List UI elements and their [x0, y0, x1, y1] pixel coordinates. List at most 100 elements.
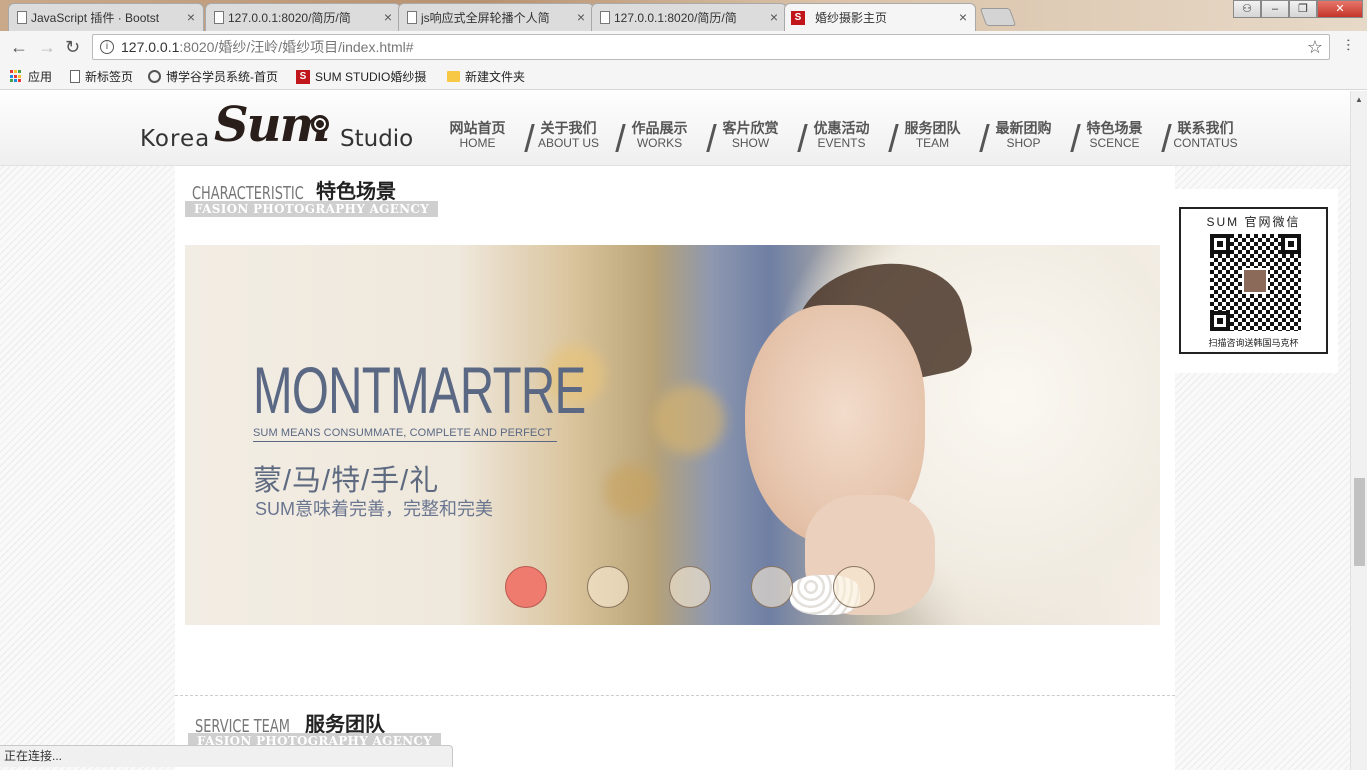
hero-carousel[interactable]: MONTMARTRE SUM MEANS CONSUMMATE, COMPLET…: [185, 245, 1160, 625]
page-icon: [407, 11, 417, 24]
section-badge: FASION PHOTOGRAPHY AGENCY: [185, 201, 439, 217]
close-icon[interactable]: ×: [187, 9, 195, 25]
page-scrollbar[interactable]: ▲: [1350, 91, 1367, 770]
close-icon[interactable]: ×: [577, 9, 585, 25]
carousel-dot-4[interactable]: [751, 566, 793, 608]
qr-finder: [1281, 234, 1301, 254]
nav-cn: 网站首页: [449, 120, 506, 136]
tab-title: js响应式全屏轮播个人简: [421, 11, 550, 25]
forward-icon[interactable]: →: [38, 37, 56, 58]
nav-en: SCENCE: [1089, 136, 1140, 150]
page-icon: [70, 70, 80, 83]
nav-cn: 最新团购: [995, 120, 1052, 136]
tab-title: 127.0.0.1:8020/简历/简: [228, 11, 351, 25]
nav-scence[interactable]: 特色场景 SCENCE: [1069, 121, 1172, 152]
nav-en: WORKS: [636, 136, 683, 150]
section-divider: [175, 695, 1175, 696]
logo-studio: Studio: [340, 126, 414, 152]
nav-en: TEAM: [915, 136, 950, 150]
nav-contact[interactable]: 联系我们 CONTATUS: [1160, 121, 1251, 151]
bookmark-apps[interactable]: 应用: [10, 68, 52, 85]
tab-title: JavaScript 插件 · Bootst: [31, 11, 160, 25]
nav-about[interactable]: 关于我们 ABOUT US: [523, 120, 626, 152]
nav-en: EVENTS: [817, 136, 866, 150]
browser-toolbar: ← → ↻ i 127.0.0.1:8020/婚纱/汪岭/婚纱项目/index.…: [0, 31, 1367, 63]
nav-cn: 作品展示: [631, 120, 688, 136]
tab-title: 婚纱摄影主页: [815, 11, 888, 25]
url-path: :8020/婚纱/汪岭/婚纱项目/index.html#: [179, 39, 414, 55]
nav-cn: 服务团队: [904, 120, 961, 136]
browser-tab[interactable]: 127.0.0.1:8020/简历/简 ×: [205, 3, 401, 31]
star-icon[interactable]: ☆: [1307, 35, 1323, 59]
bookmarks-bar: 应用 新标签页 博学谷学员系统-首页 S SUM STUDIO婚纱摄 新建文件夹: [0, 63, 1367, 90]
bookmark-label: 新建文件夹: [465, 70, 526, 84]
browser-tab-active[interactable]: S 婚纱摄影主页 ×: [784, 3, 976, 31]
nav-en: HOME: [459, 136, 496, 150]
s-icon: S: [296, 69, 310, 84]
nav-cn: 客片欣赏: [722, 120, 779, 136]
carousel-dot-2[interactable]: [587, 566, 629, 608]
close-icon[interactable]: ×: [384, 9, 392, 25]
nav-en: CONTATUS: [1173, 136, 1238, 150]
reload-icon[interactable]: ↻: [65, 37, 80, 58]
carousel-dot-5[interactable]: [833, 566, 875, 608]
browser-tab[interactable]: JavaScript 插件 · Bootst ×: [8, 3, 204, 31]
apps-icon: [10, 70, 23, 83]
back-icon[interactable]: ←: [10, 37, 28, 58]
browser-tab[interactable]: 127.0.0.1:8020/简历/简 ×: [591, 3, 787, 31]
tab-title: 127.0.0.1:8020/简历/简: [614, 11, 737, 25]
nav-team[interactable]: 服务团队 TEAM: [887, 120, 990, 152]
slide-tagline: SUM MEANS CONSUMMATE, COMPLETE AND PERFE…: [253, 427, 557, 442]
site-logo[interactable]: Korea Sum Studio: [140, 97, 413, 159]
minimize-button[interactable]: –: [1261, 0, 1289, 18]
bookmark-folder[interactable]: 新建文件夹: [447, 68, 525, 85]
tab-strip: JavaScript 插件 · Bootst × 127.0.0.1:8020/…: [0, 0, 1367, 31]
window-close-button[interactable]: ✕: [1317, 0, 1363, 18]
close-icon[interactable]: ×: [959, 9, 967, 25]
nav-cn: 优惠活动: [813, 120, 870, 136]
new-tab-button[interactable]: [979, 8, 1017, 26]
page-icon: [214, 11, 224, 24]
nav-shop[interactable]: 最新团购 SHOP: [978, 120, 1081, 152]
main-content: CHARACTERISTIC 特色场景 FASION PHOTOGRAPHY A…: [175, 166, 1175, 770]
bookmark-item[interactable]: S SUM STUDIO婚纱摄: [296, 68, 426, 85]
nav-home[interactable]: 网站首页 HOME: [432, 120, 535, 152]
bokeh-light: [605, 465, 655, 515]
status-bar: 正在连接...: [0, 745, 453, 767]
info-icon[interactable]: i: [100, 40, 114, 54]
url-host: 127.0.0.1: [121, 39, 180, 55]
slide-subtitle: SUM意味着完善，完整和完美: [255, 499, 493, 519]
carousel-dot-1[interactable]: [505, 566, 547, 608]
qr-panel: SUM 官网微信 扫描咨询送韩国马克杯: [1175, 189, 1338, 373]
qr-logo-icon: [1242, 268, 1268, 294]
nav-show[interactable]: 客片欣赏 SHOW: [705, 120, 808, 152]
browser-tab[interactable]: js响应式全屏轮播个人简 ×: [398, 3, 594, 31]
qr-finder: [1210, 234, 1230, 254]
bookmark-label: SUM STUDIO婚纱摄: [315, 70, 427, 84]
qr-caption: 扫描咨询送韩国马克杯: [1208, 338, 1299, 348]
bookmark-label: 新标签页: [85, 70, 134, 84]
bookmark-item[interactable]: 新标签页: [70, 68, 133, 85]
bookmark-item[interactable]: 博学谷学员系统-首页: [148, 68, 278, 85]
menu-icon[interactable]: ⋯: [1341, 38, 1357, 51]
user-icon[interactable]: ⚇: [1233, 0, 1261, 18]
main-nav: 网站首页 HOME 关于我们 ABOUT US 作品展示 WORKS 客片欣赏 SHOW…: [432, 120, 1251, 152]
nav-en: ABOUT US: [537, 136, 600, 150]
address-bar[interactable]: i 127.0.0.1:8020/婚纱/汪岭/婚纱项目/index.html# …: [92, 34, 1330, 60]
nav-works[interactable]: 作品展示 WORKS: [614, 120, 717, 152]
scroll-up-icon[interactable]: ▲: [1355, 95, 1363, 104]
qr-box: SUM 官网微信 扫描咨询送韩国马克杯: [1179, 207, 1328, 354]
site-header: Korea Sum Studio 网站首页 HOME 关于我们 ABOUT US 作…: [0, 91, 1350, 166]
bookmark-label: 博学谷学员系统-首页: [166, 70, 278, 84]
scrollbar-thumb[interactable]: [1354, 478, 1365, 566]
close-icon[interactable]: ×: [770, 9, 778, 25]
carousel-dot-3[interactable]: [669, 566, 711, 608]
nav-cn: 关于我们: [540, 120, 597, 136]
bookmark-label: 应用: [28, 70, 53, 84]
nav-en: SHOW: [731, 136, 770, 150]
bokeh-light: [655, 385, 725, 455]
nav-events[interactable]: 优惠活动 EVENTS: [796, 120, 899, 152]
section-title-scence: CHARACTERISTIC 特色场景: [192, 175, 396, 204]
qr-finder: [1210, 311, 1230, 331]
maximize-button[interactable]: ❐: [1289, 0, 1317, 18]
